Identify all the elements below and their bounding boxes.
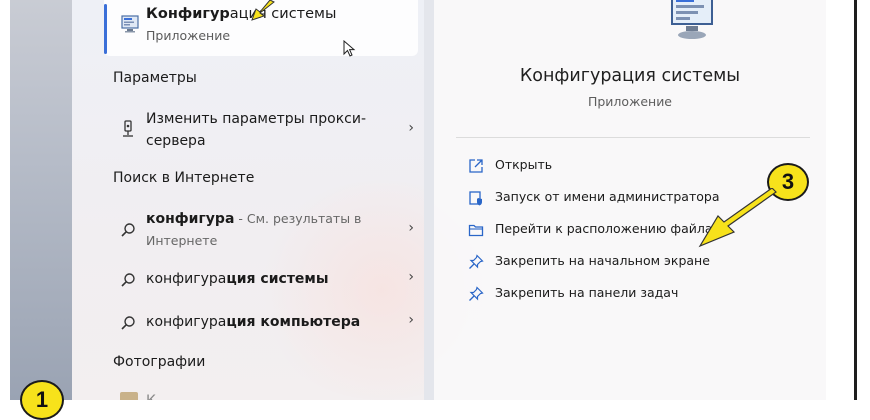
web-result-1-label: конфигура - См. результаты в Интернете xyxy=(146,211,362,248)
action-label: Закрепить на начальном экране xyxy=(495,253,710,268)
system-config-large-icon xyxy=(671,0,713,39)
annotation-arrow-top xyxy=(251,0,275,21)
page-margin xyxy=(0,0,10,400)
annotation-arrow-3 xyxy=(698,188,777,248)
search-icon xyxy=(121,273,135,287)
action-open-file-location[interactable]: Перейти к расположению файла xyxy=(468,218,713,242)
open-external-icon xyxy=(469,159,483,173)
web-result-3-label: конфигурация компьютера xyxy=(146,314,361,330)
web-result-2-label: конфигурация системы xyxy=(146,271,329,287)
selection-accent xyxy=(104,4,107,54)
panel-divider xyxy=(424,0,434,400)
pin-icon xyxy=(469,254,484,269)
details-app-type: Приложение xyxy=(587,94,673,109)
chevron-right-icon: › xyxy=(408,220,414,236)
annotation-badge-1: 1 xyxy=(20,380,64,420)
photo-item[interactable]: К... xyxy=(104,386,418,400)
action-label: Закрепить на панели задач xyxy=(495,285,679,300)
action-open[interactable]: Открыть xyxy=(468,154,668,178)
photo-item-label: К... xyxy=(146,390,169,400)
proxy-settings-icon xyxy=(123,120,133,137)
system-config-icon xyxy=(121,15,139,33)
action-pin-taskbar[interactable]: Закрепить на панели задач xyxy=(468,282,708,306)
mouse-cursor-icon xyxy=(343,40,356,57)
pin-icon xyxy=(469,286,484,301)
folder-icon xyxy=(468,224,484,237)
border-line xyxy=(854,0,857,400)
chevron-right-icon: › xyxy=(408,120,414,136)
action-label: Запуск от имени администратора xyxy=(495,189,720,204)
web-result-2[interactable]: конфигурация системы › xyxy=(104,268,418,294)
action-run-as-admin[interactable]: Запуск от имени администратора xyxy=(468,186,719,210)
search-icon xyxy=(121,316,135,330)
desktop-background xyxy=(0,0,72,400)
details-separator xyxy=(456,137,810,138)
action-pin-start[interactable]: Закрепить на начальном экране xyxy=(468,250,710,274)
chevron-right-icon: › xyxy=(408,312,414,328)
best-match-subtitle: Приложение xyxy=(146,28,231,43)
details-app-name: Конфигурация системы xyxy=(519,66,741,86)
chevron-right-icon: › xyxy=(408,269,414,285)
settings-item-proxy[interactable]: Изменить параметры прокси-сервера › xyxy=(104,108,418,154)
section-photos: Фотографии xyxy=(113,354,206,370)
web-result-1[interactable]: конфигура - См. результаты в Интернете › xyxy=(104,208,418,254)
right-margin xyxy=(826,0,870,400)
settings-item-label: Изменить параметры прокси-сервера xyxy=(146,111,367,149)
section-settings: Параметры xyxy=(113,70,197,86)
section-web-search: Поиск в Интернете xyxy=(113,170,255,186)
photo-thumbnail-icon xyxy=(120,392,138,400)
search-icon xyxy=(121,223,135,237)
run-as-admin-icon xyxy=(469,191,482,206)
results-panel: Конфигурация системы Приложение Параметр… xyxy=(72,0,424,400)
action-label: Открыть xyxy=(495,157,553,172)
action-label: Перейти к расположению файла xyxy=(495,221,713,236)
web-result-3[interactable]: конфигурация компьютера › xyxy=(104,311,418,337)
